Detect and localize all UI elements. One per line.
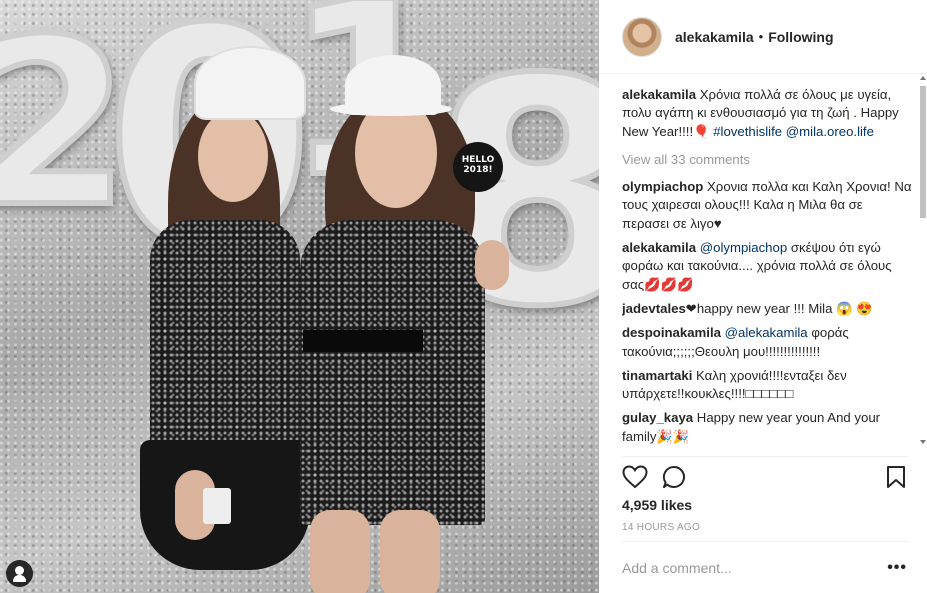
comment: despoinakamila @alekakamila φοράς τακούν… xyxy=(622,324,912,361)
comment: olympiachop Χρονια πολλα και Καλη Χρονια… xyxy=(622,178,912,233)
avatar[interactable] xyxy=(622,16,662,57)
scrollbar-thumb[interactable] xyxy=(920,86,926,218)
action-bar xyxy=(622,456,908,496)
comment: tinamartaki Καλη χρονιά!!!!ενταξει δεν υ… xyxy=(622,367,912,404)
comment-icon[interactable] xyxy=(662,465,688,492)
comment: gulay_kaya Happy new year youn And your … xyxy=(622,409,912,446)
comment-username[interactable]: alekakamila xyxy=(622,240,696,255)
hello-2018-sign: HELLO 2018! xyxy=(453,142,503,192)
comment-mention[interactable]: @alekakamila xyxy=(725,325,808,340)
comment: jadevtales❤happy new year !!! Mila 😱 😍 xyxy=(622,300,912,318)
comment-input[interactable]: Add a comment... xyxy=(622,560,732,576)
comment-username[interactable]: olympiachop xyxy=(622,179,703,194)
hashtag-link[interactable]: #lovethislife xyxy=(713,124,782,139)
comment-username[interactable]: gulay_kaya xyxy=(622,410,693,425)
heart-icon[interactable] xyxy=(622,465,648,492)
comment-text: ❤happy new year !!! Mila 😱 😍 xyxy=(685,300,873,316)
scroll-up-arrow[interactable] xyxy=(920,76,926,80)
likes-count[interactable]: 4,959 likes xyxy=(622,497,692,513)
post-header: alekakamila • Following xyxy=(599,0,927,74)
post-photo[interactable]: 2 0 1 8 HELLO 2018! xyxy=(0,0,599,593)
user-tag-icon[interactable] xyxy=(6,560,33,587)
post-timestamp[interactable]: 14 HOURS AGO xyxy=(622,522,700,533)
scroll-down-arrow[interactable] xyxy=(920,440,926,444)
comment: alekakamila @olympiachop σκέψου ότι εγώ … xyxy=(622,239,912,294)
comment-list[interactable]: alekakamila Χρόνια πολλά σε όλους με υγε… xyxy=(622,86,912,454)
party-tiara xyxy=(196,48,304,118)
add-comment-bar: Add a comment... ••• xyxy=(622,541,908,593)
comment-username[interactable]: despoinakamila xyxy=(622,325,721,340)
view-all-comments-link[interactable]: View all 33 comments xyxy=(622,151,912,169)
comment-username[interactable]: tinamartaki xyxy=(622,368,692,383)
post-sidebar: alekakamila • Following alekakamila Χρόν… xyxy=(599,0,927,593)
comment-username[interactable]: jadevtales xyxy=(622,301,686,316)
header-username[interactable]: alekakamila xyxy=(675,29,754,45)
follow-button[interactable]: Following xyxy=(768,29,833,45)
comment-mention[interactable]: @olympiachop xyxy=(700,240,787,255)
caption-username[interactable]: alekakamila xyxy=(622,87,696,102)
phone xyxy=(203,488,231,524)
options-icon[interactable]: ••• xyxy=(887,559,907,577)
caption: alekakamila Χρόνια πολλά σε όλους με υγε… xyxy=(622,86,912,141)
header-separator: • xyxy=(758,29,764,44)
mention-link[interactable]: @mila.oreo.life xyxy=(786,124,874,139)
bookmark-icon[interactable] xyxy=(886,465,906,492)
